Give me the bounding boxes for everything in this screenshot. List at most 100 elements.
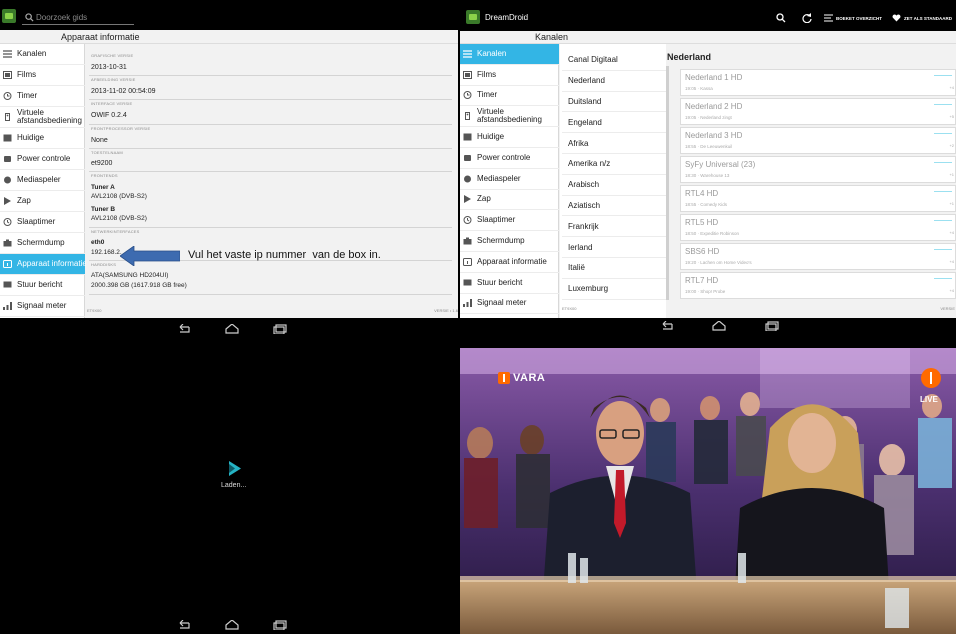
provider-item[interactable]: Duitsland: [562, 92, 666, 113]
progress-bar: [934, 191, 952, 192]
recent-apps-icon[interactable]: [765, 321, 779, 331]
sidebar-item[interactable]: Timer: [0, 86, 85, 107]
sidebar-item[interactable]: Zap: [460, 190, 559, 211]
provider-item[interactable]: Amerika n/z: [562, 154, 666, 175]
provider-item[interactable]: Afrika: [562, 133, 666, 154]
current-icon: [3, 134, 12, 142]
signal-icon: [463, 299, 472, 308]
sidebar-item[interactable]: Huidige: [460, 127, 559, 148]
loading-label: Laden...: [221, 482, 247, 489]
sidebar-item[interactable]: Kanalen: [0, 44, 85, 65]
list-icon: [3, 50, 12, 58]
film-icon: [3, 71, 12, 79]
sidebar-item[interactable]: Schermdump: [460, 231, 559, 252]
set-default-button[interactable]: ZET ALS STANDAARD: [892, 13, 952, 23]
info-key: Harddisks: [91, 262, 117, 267]
service-remaining: +2: [949, 143, 954, 148]
provider-item[interactable]: Luxemburg: [562, 279, 666, 300]
sidebar-item[interactable]: Apparaat informatie: [0, 254, 87, 275]
provider-item[interactable]: Italië: [562, 258, 666, 279]
provider-item[interactable]: Engeland: [562, 112, 666, 134]
back-icon[interactable]: [660, 321, 674, 331]
tv-stream-view[interactable]: VARA LIVE: [460, 348, 956, 634]
info-key: Afbeelding versie: [91, 77, 136, 82]
service-event: 19:05 · Kassa: [685, 86, 713, 91]
sidebar-item[interactable]: Slaaptimer: [460, 210, 559, 232]
remote-icon: [3, 113, 12, 121]
service-item[interactable]: Nederland 2 HD 19:05 · Nederland zingt +5: [680, 98, 956, 125]
sidebar-item[interactable]: Stuur bericht: [0, 275, 85, 296]
footer-left: ET9X00: [562, 306, 577, 311]
service-item[interactable]: RTL5 HD 18:50 · Expeditie Robinson +4: [680, 214, 956, 241]
sidebar-item[interactable]: Virtuele afstandsbediening: [460, 106, 559, 128]
sidebar-item[interactable]: Slaaptimer: [0, 212, 85, 233]
refresh-icon[interactable]: [802, 13, 812, 23]
navigation-bar: [0, 318, 458, 340]
provider-item[interactable]: Frankrijk: [562, 216, 666, 238]
sidebar-item[interactable]: Films: [460, 65, 559, 86]
channel-logo-text: VARA: [513, 372, 546, 384]
message-icon: [3, 281, 12, 289]
scroll-indicator[interactable]: [666, 66, 669, 300]
provider-item[interactable]: Arabisch: [562, 175, 666, 196]
bouquet-overview-button[interactable]: BOEKET OVERZICHT: [824, 13, 882, 23]
disk-name: ATA(SAMSUNG HD204UI): [91, 272, 169, 279]
title-row: Kanalen: [460, 31, 956, 44]
app-logo-icon[interactable]: [2, 9, 16, 23]
service-item[interactable]: RTL7 HD 19:00 · Shop! Probe +4: [680, 272, 956, 299]
sidebar-item-label: Films: [17, 70, 37, 79]
search-icon[interactable]: [776, 13, 786, 23]
app-logo-icon[interactable]: [466, 10, 480, 24]
home-icon[interactable]: [225, 324, 239, 334]
service-event: 18:55 · De Leeuwenkuil: [685, 144, 733, 149]
power-icon: [3, 155, 12, 163]
sidebar-item[interactable]: Signaal meter: [0, 296, 85, 317]
set-default-label: ZET ALS STANDAARD: [904, 15, 952, 21]
sidebar-item[interactable]: Power controle: [0, 149, 85, 170]
sidebar-item-label: Kanalen: [477, 48, 507, 58]
sidebar-item-label: Stuur bericht: [477, 277, 523, 287]
sidebar-item[interactable]: Films: [0, 65, 85, 86]
sidebar-item[interactable]: Zap: [0, 191, 85, 212]
sidebar: Kanalen Films Timer Virtuele afstandsbedien…: [460, 44, 559, 318]
info-key: Netwerkinterfaces: [91, 229, 140, 234]
sidebar-item[interactable]: Apparaat informatie: [460, 252, 559, 273]
sidebar-item[interactable]: Mediaspeler: [460, 169, 559, 190]
search-field[interactable]: Doorzoek gids: [22, 11, 134, 25]
sidebar-item[interactable]: Schermdump: [0, 233, 85, 254]
sidebar-item-label: Huidige: [17, 133, 45, 142]
service-item[interactable]: RTL4 HD 18:55 · Comedy Kids +1: [680, 185, 956, 212]
info-icon: [463, 257, 472, 266]
service-item[interactable]: Nederland 3 HD 18:55 · De Leeuwenkuil +2: [680, 127, 956, 154]
provider-item[interactable]: Ierland: [562, 237, 666, 258]
provider-item[interactable]: Canal Digitaal: [562, 50, 666, 71]
sidebar-item[interactable]: Huidige: [0, 128, 85, 149]
tuner-name: Tuner B: [91, 206, 116, 213]
progress-bar: [934, 220, 952, 221]
service-item[interactable]: SBS6 HD 19:20 · Lachen om Home Video's +4: [680, 243, 956, 270]
service-item[interactable]: Nederland 1 HD 19:05 · Kassa +4: [680, 69, 956, 96]
sidebar-item[interactable]: Power controle: [460, 148, 559, 169]
back-icon[interactable]: [177, 620, 191, 630]
sidebar-item[interactable]: Mediaspeler: [0, 170, 85, 191]
info-key: Interface versie: [91, 101, 133, 106]
provider-item[interactable]: Aziatisch: [562, 196, 666, 217]
sidebar-item[interactable]: Stuur bericht: [460, 273, 559, 294]
sidebar-item[interactable]: Signaal meter: [460, 294, 559, 315]
recent-apps-icon[interactable]: [273, 324, 287, 334]
home-icon[interactable]: [225, 620, 239, 630]
recent-apps-icon[interactable]: [273, 620, 287, 630]
service-item[interactable]: SyFy Universal (23) 18:30 · Warehouse 13 +…: [680, 156, 956, 183]
message-icon: [463, 279, 472, 287]
sidebar-item-label: Stuur bericht: [17, 280, 63, 289]
sidebar-item[interactable]: Kanalen: [460, 44, 559, 65]
sidebar-item[interactable]: Timer: [460, 86, 559, 107]
sidebar-item[interactable]: Virtuele afstandsbediening: [0, 107, 85, 128]
home-icon[interactable]: [712, 321, 726, 331]
live-label: LIVE: [920, 395, 938, 404]
provider-item[interactable]: Nederland: [562, 71, 666, 92]
npo-logo-icon: [498, 372, 510, 384]
camera-icon: [463, 237, 472, 245]
service-remaining: +4: [949, 85, 954, 90]
back-icon[interactable]: [177, 324, 191, 334]
